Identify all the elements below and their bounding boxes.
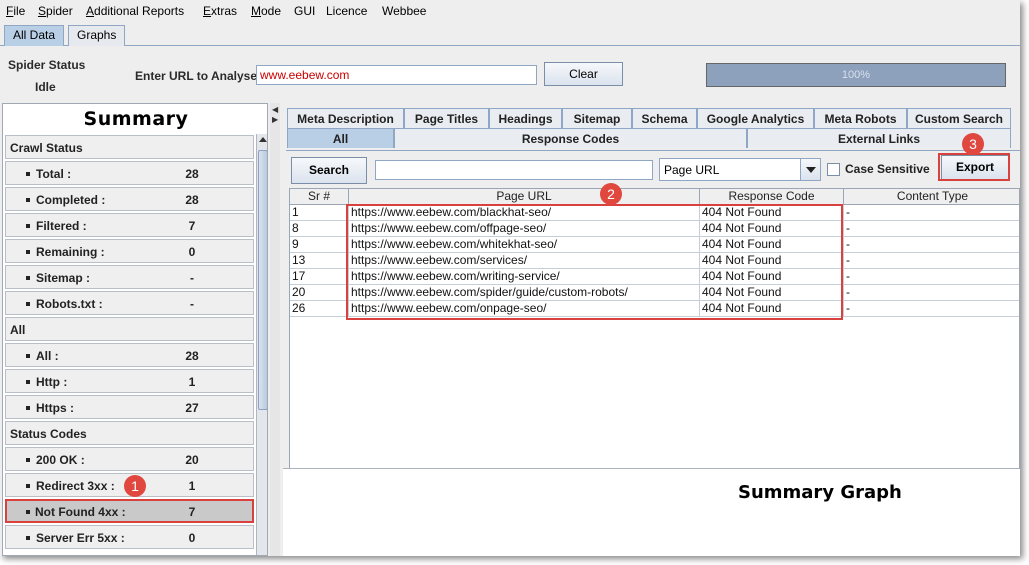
table-header: Sr # Page URL Response Code Content Type	[290, 189, 1019, 205]
bullet-icon	[26, 380, 30, 384]
bullet-icon	[26, 484, 30, 488]
menu-file[interactable]: File	[6, 4, 25, 18]
table-row[interactable]: 17 https://www.eebew.com/writing-service…	[290, 269, 1019, 285]
export-button[interactable]: Export	[941, 155, 1009, 180]
summary-scrollbar[interactable]	[256, 134, 267, 555]
top-tab-bar: All Data Graphs	[0, 22, 1020, 46]
menu-gui[interactable]: GUI	[294, 4, 315, 18]
tab-all[interactable]: All	[287, 128, 394, 148]
table-row[interactable]: 20 https://www.eebew.com/spider/guide/cu…	[290, 285, 1019, 301]
tab-page-titles[interactable]: Page Titles	[404, 108, 489, 128]
summary-row-remaining[interactable]: Remaining :0	[5, 239, 254, 263]
summary-row-not-found-4xx[interactable]: Not Found 4xx :7	[5, 499, 254, 523]
url-input[interactable]: www.eebew.com	[256, 65, 537, 85]
table-row[interactable]: 8 https://www.eebew.com/offpage-seo/ 404…	[290, 221, 1019, 237]
bullet-icon	[26, 458, 30, 462]
menu-licence[interactable]: Licence	[326, 4, 367, 18]
chevron-down-icon	[806, 167, 816, 173]
bullet-icon	[26, 198, 30, 202]
column-header-page-url[interactable]: Page URL	[349, 189, 700, 205]
table-row[interactable]: 13 https://www.eebew.com/services/ 404 N…	[290, 253, 1019, 269]
expand-right-icon[interactable]: ▶	[272, 115, 278, 124]
bullet-icon	[26, 172, 30, 176]
results-table: Sr # Page URL Response Code Content Type…	[289, 188, 1020, 503]
menu-spider[interactable]: Spider	[38, 4, 73, 18]
summary-graph-title: Summary Graph	[738, 482, 902, 503]
summary-row-filtered[interactable]: Filtered :7	[5, 213, 254, 237]
annotation-marker-3: 3	[962, 133, 984, 155]
tab-google-analytics[interactable]: Google Analytics	[697, 108, 814, 128]
bullet-icon	[26, 406, 30, 410]
summary-row-robots[interactable]: Robots.txt :-	[5, 291, 254, 315]
scroll-up-arrow-icon[interactable]	[259, 137, 267, 142]
tab-headings[interactable]: Headings	[489, 108, 562, 128]
menu-additional-reports[interactable]: Additional Reports	[86, 4, 184, 18]
bullet-icon	[26, 302, 30, 306]
summary-header-status-codes: Status Codes	[5, 421, 254, 445]
column-header-sr[interactable]: Sr #	[290, 189, 349, 205]
summary-row-server-err-5xx[interactable]: Server Err 5xx :0	[5, 525, 254, 549]
spider-status-value: Idle	[35, 80, 56, 94]
summary-row-all[interactable]: All :28	[5, 343, 254, 367]
column-header-response-code[interactable]: Response Code	[700, 189, 844, 205]
tab-schema[interactable]: Schema	[632, 108, 697, 128]
app-window: File Spider Additional Reports Extras Mo…	[0, 0, 1020, 556]
case-sensitive-checkbox[interactable]	[827, 163, 840, 176]
tab-custom-search[interactable]: Custom Search	[907, 108, 1011, 128]
search-button[interactable]: Search	[291, 157, 367, 184]
summary-row-http[interactable]: Http :1	[5, 369, 254, 393]
summary-row-total[interactable]: Total :28	[5, 161, 254, 185]
bullet-icon	[26, 224, 30, 228]
summary-title: Summary	[83, 108, 189, 130]
tab-sitemap[interactable]: Sitemap	[562, 108, 632, 128]
menu-extras[interactable]: Extras	[203, 4, 237, 18]
summary-row-https[interactable]: Https :27	[5, 395, 254, 419]
search-filter-value: Page URL	[664, 163, 720, 177]
bullet-icon	[26, 250, 30, 254]
menu-webbee[interactable]: Webbee	[382, 4, 426, 18]
column-header-content-type[interactable]: Content Type	[844, 189, 1019, 205]
bullet-icon	[26, 354, 30, 358]
bullet-icon	[26, 276, 30, 280]
bullet-icon	[26, 536, 30, 540]
crawl-progress-bar: 100%	[706, 63, 1006, 87]
menu-bar: File Spider Additional Reports Extras Mo…	[0, 0, 1020, 22]
collapse-left-icon[interactable]: ◀	[272, 105, 278, 114]
table-row[interactable]: 1 https://www.eebew.com/blackhat-seo/ 40…	[290, 205, 1019, 221]
summary-header-crawl-status: Crawl Status	[5, 135, 254, 159]
table-row[interactable]: 9 https://www.eebew.com/whitekhat-seo/ 4…	[290, 237, 1019, 253]
tab-meta-description[interactable]: Meta Description	[287, 108, 404, 128]
search-filter-select[interactable]: Page URL	[659, 158, 821, 181]
spider-status-label: Spider Status	[8, 58, 86, 72]
tab-response-codes[interactable]: Response Codes	[394, 128, 747, 148]
dropdown-button[interactable]	[800, 159, 820, 180]
summary-header-all: All	[5, 317, 254, 341]
table-row[interactable]: 26 https://www.eebew.com/onpage-seo/ 404…	[290, 301, 1019, 317]
url-label: Enter URL to Analyse	[135, 69, 258, 83]
tab-meta-robots[interactable]: Meta Robots	[814, 108, 907, 128]
summary-row-sitemap[interactable]: Sitemap :-	[5, 265, 254, 289]
bullet-icon	[26, 510, 30, 514]
summary-row-completed[interactable]: Completed :28	[5, 187, 254, 211]
annotation-marker-2: 2	[600, 183, 622, 205]
annotation-marker-1: 1	[124, 475, 146, 497]
summary-graph-panel: Summary Graph	[283, 468, 1020, 556]
clear-button[interactable]: Clear	[544, 62, 623, 86]
summary-row-200-ok[interactable]: 200 OK :20	[5, 447, 254, 471]
menu-mode[interactable]: Mode	[251, 4, 281, 18]
search-input[interactable]	[375, 160, 653, 180]
report-panel: Meta Description Page Titles Headings Si…	[283, 103, 1020, 556]
scrollbar-thumb[interactable]	[258, 150, 267, 410]
tab-graphs[interactable]: Graphs	[68, 25, 126, 46]
case-sensitive-label: Case Sensitive	[845, 162, 930, 176]
tab-all-data[interactable]: All Data	[4, 25, 65, 46]
panel-splitter[interactable]: ◀ ▶	[270, 103, 280, 556]
